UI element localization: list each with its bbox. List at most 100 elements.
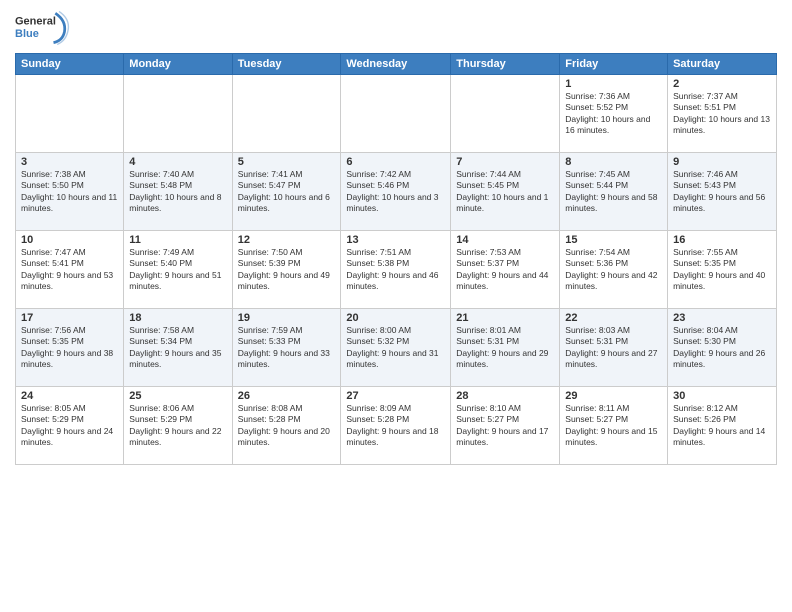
day-number: 24 — [21, 390, 118, 402]
day-number: 30 — [673, 390, 771, 402]
calendar-cell — [451, 75, 560, 153]
calendar-cell: 1Sunrise: 7:36 AM Sunset: 5:52 PM Daylig… — [560, 75, 668, 153]
calendar-header-row: SundayMondayTuesdayWednesdayThursdayFrid… — [16, 54, 777, 75]
calendar-cell: 25Sunrise: 8:06 AM Sunset: 5:29 PM Dayli… — [124, 387, 232, 465]
day-number: 8 — [565, 156, 662, 168]
day-number: 9 — [673, 156, 771, 168]
day-info: Sunrise: 8:03 AM Sunset: 5:31 PM Dayligh… — [565, 325, 662, 371]
calendar-cell — [341, 75, 451, 153]
day-info: Sunrise: 7:51 AM Sunset: 5:38 PM Dayligh… — [346, 247, 445, 293]
calendar-cell: 26Sunrise: 8:08 AM Sunset: 5:28 PM Dayli… — [232, 387, 341, 465]
logo-icon: GeneralBlue — [15, 10, 70, 45]
day-number: 14 — [456, 234, 554, 246]
day-number: 2 — [673, 78, 771, 90]
day-number: 22 — [565, 312, 662, 324]
day-number: 27 — [346, 390, 445, 402]
day-info: Sunrise: 7:37 AM Sunset: 5:51 PM Dayligh… — [673, 91, 771, 137]
day-info: Sunrise: 7:58 AM Sunset: 5:34 PM Dayligh… — [129, 325, 226, 371]
calendar-cell: 11Sunrise: 7:49 AM Sunset: 5:40 PM Dayli… — [124, 231, 232, 309]
day-number: 15 — [565, 234, 662, 246]
calendar-cell: 14Sunrise: 7:53 AM Sunset: 5:37 PM Dayli… — [451, 231, 560, 309]
day-info: Sunrise: 7:41 AM Sunset: 5:47 PM Dayligh… — [238, 169, 336, 215]
day-info: Sunrise: 7:49 AM Sunset: 5:40 PM Dayligh… — [129, 247, 226, 293]
calendar-week-4: 17Sunrise: 7:56 AM Sunset: 5:35 PM Dayli… — [16, 309, 777, 387]
day-number: 11 — [129, 234, 226, 246]
calendar-cell: 29Sunrise: 8:11 AM Sunset: 5:27 PM Dayli… — [560, 387, 668, 465]
day-info: Sunrise: 7:42 AM Sunset: 5:46 PM Dayligh… — [346, 169, 445, 215]
day-number: 16 — [673, 234, 771, 246]
calendar-cell: 30Sunrise: 8:12 AM Sunset: 5:26 PM Dayli… — [668, 387, 777, 465]
calendar-table: SundayMondayTuesdayWednesdayThursdayFrid… — [15, 53, 777, 465]
col-header-tuesday: Tuesday — [232, 54, 341, 75]
calendar-cell — [16, 75, 124, 153]
day-info: Sunrise: 7:53 AM Sunset: 5:37 PM Dayligh… — [456, 247, 554, 293]
calendar-cell: 10Sunrise: 7:47 AM Sunset: 5:41 PM Dayli… — [16, 231, 124, 309]
day-number: 13 — [346, 234, 445, 246]
calendar-cell: 23Sunrise: 8:04 AM Sunset: 5:30 PM Dayli… — [668, 309, 777, 387]
day-number: 4 — [129, 156, 226, 168]
day-info: Sunrise: 7:45 AM Sunset: 5:44 PM Dayligh… — [565, 169, 662, 215]
day-info: Sunrise: 8:11 AM Sunset: 5:27 PM Dayligh… — [565, 403, 662, 449]
day-info: Sunrise: 8:06 AM Sunset: 5:29 PM Dayligh… — [129, 403, 226, 449]
day-number: 19 — [238, 312, 336, 324]
day-number: 28 — [456, 390, 554, 402]
calendar-cell: 19Sunrise: 7:59 AM Sunset: 5:33 PM Dayli… — [232, 309, 341, 387]
day-info: Sunrise: 8:00 AM Sunset: 5:32 PM Dayligh… — [346, 325, 445, 371]
day-info: Sunrise: 7:44 AM Sunset: 5:45 PM Dayligh… — [456, 169, 554, 215]
calendar-cell: 21Sunrise: 8:01 AM Sunset: 5:31 PM Dayli… — [451, 309, 560, 387]
calendar-week-3: 10Sunrise: 7:47 AM Sunset: 5:41 PM Dayli… — [16, 231, 777, 309]
day-info: Sunrise: 8:09 AM Sunset: 5:28 PM Dayligh… — [346, 403, 445, 449]
day-info: Sunrise: 7:46 AM Sunset: 5:43 PM Dayligh… — [673, 169, 771, 215]
day-number: 5 — [238, 156, 336, 168]
calendar-cell: 15Sunrise: 7:54 AM Sunset: 5:36 PM Dayli… — [560, 231, 668, 309]
day-number: 7 — [456, 156, 554, 168]
calendar-cell: 17Sunrise: 7:56 AM Sunset: 5:35 PM Dayli… — [16, 309, 124, 387]
col-header-thursday: Thursday — [451, 54, 560, 75]
day-number: 29 — [565, 390, 662, 402]
header: GeneralBlue — [15, 10, 777, 45]
calendar-cell: 28Sunrise: 8:10 AM Sunset: 5:27 PM Dayli… — [451, 387, 560, 465]
day-info: Sunrise: 8:08 AM Sunset: 5:28 PM Dayligh… — [238, 403, 336, 449]
day-info: Sunrise: 8:12 AM Sunset: 5:26 PM Dayligh… — [673, 403, 771, 449]
calendar-week-5: 24Sunrise: 8:05 AM Sunset: 5:29 PM Dayli… — [16, 387, 777, 465]
calendar-cell: 20Sunrise: 8:00 AM Sunset: 5:32 PM Dayli… — [341, 309, 451, 387]
day-info: Sunrise: 7:50 AM Sunset: 5:39 PM Dayligh… — [238, 247, 336, 293]
day-number: 25 — [129, 390, 226, 402]
day-info: Sunrise: 7:55 AM Sunset: 5:35 PM Dayligh… — [673, 247, 771, 293]
col-header-monday: Monday — [124, 54, 232, 75]
calendar-cell: 2Sunrise: 7:37 AM Sunset: 5:51 PM Daylig… — [668, 75, 777, 153]
calendar-cell: 27Sunrise: 8:09 AM Sunset: 5:28 PM Dayli… — [341, 387, 451, 465]
day-info: Sunrise: 7:38 AM Sunset: 5:50 PM Dayligh… — [21, 169, 118, 215]
day-info: Sunrise: 8:05 AM Sunset: 5:29 PM Dayligh… — [21, 403, 118, 449]
day-info: Sunrise: 8:01 AM Sunset: 5:31 PM Dayligh… — [456, 325, 554, 371]
calendar-cell: 16Sunrise: 7:55 AM Sunset: 5:35 PM Dayli… — [668, 231, 777, 309]
day-number: 20 — [346, 312, 445, 324]
calendar-cell: 12Sunrise: 7:50 AM Sunset: 5:39 PM Dayli… — [232, 231, 341, 309]
calendar-cell: 9Sunrise: 7:46 AM Sunset: 5:43 PM Daylig… — [668, 153, 777, 231]
col-header-sunday: Sunday — [16, 54, 124, 75]
calendar-week-2: 3Sunrise: 7:38 AM Sunset: 5:50 PM Daylig… — [16, 153, 777, 231]
svg-text:Blue: Blue — [15, 28, 39, 40]
day-number: 1 — [565, 78, 662, 90]
day-info: Sunrise: 8:10 AM Sunset: 5:27 PM Dayligh… — [456, 403, 554, 449]
day-number: 23 — [673, 312, 771, 324]
day-info: Sunrise: 8:04 AM Sunset: 5:30 PM Dayligh… — [673, 325, 771, 371]
calendar-week-1: 1Sunrise: 7:36 AM Sunset: 5:52 PM Daylig… — [16, 75, 777, 153]
calendar-cell: 7Sunrise: 7:44 AM Sunset: 5:45 PM Daylig… — [451, 153, 560, 231]
calendar-cell: 6Sunrise: 7:42 AM Sunset: 5:46 PM Daylig… — [341, 153, 451, 231]
day-number: 21 — [456, 312, 554, 324]
calendar-cell: 24Sunrise: 8:05 AM Sunset: 5:29 PM Dayli… — [16, 387, 124, 465]
day-number: 17 — [21, 312, 118, 324]
day-number: 6 — [346, 156, 445, 168]
day-info: Sunrise: 7:56 AM Sunset: 5:35 PM Dayligh… — [21, 325, 118, 371]
calendar-cell: 13Sunrise: 7:51 AM Sunset: 5:38 PM Dayli… — [341, 231, 451, 309]
calendar-cell — [124, 75, 232, 153]
logo: GeneralBlue — [15, 10, 70, 45]
day-number: 3 — [21, 156, 118, 168]
day-info: Sunrise: 7:59 AM Sunset: 5:33 PM Dayligh… — [238, 325, 336, 371]
col-header-saturday: Saturday — [668, 54, 777, 75]
day-info: Sunrise: 7:54 AM Sunset: 5:36 PM Dayligh… — [565, 247, 662, 293]
col-header-wednesday: Wednesday — [341, 54, 451, 75]
day-info: Sunrise: 7:47 AM Sunset: 5:41 PM Dayligh… — [21, 247, 118, 293]
svg-text:General: General — [15, 15, 56, 27]
